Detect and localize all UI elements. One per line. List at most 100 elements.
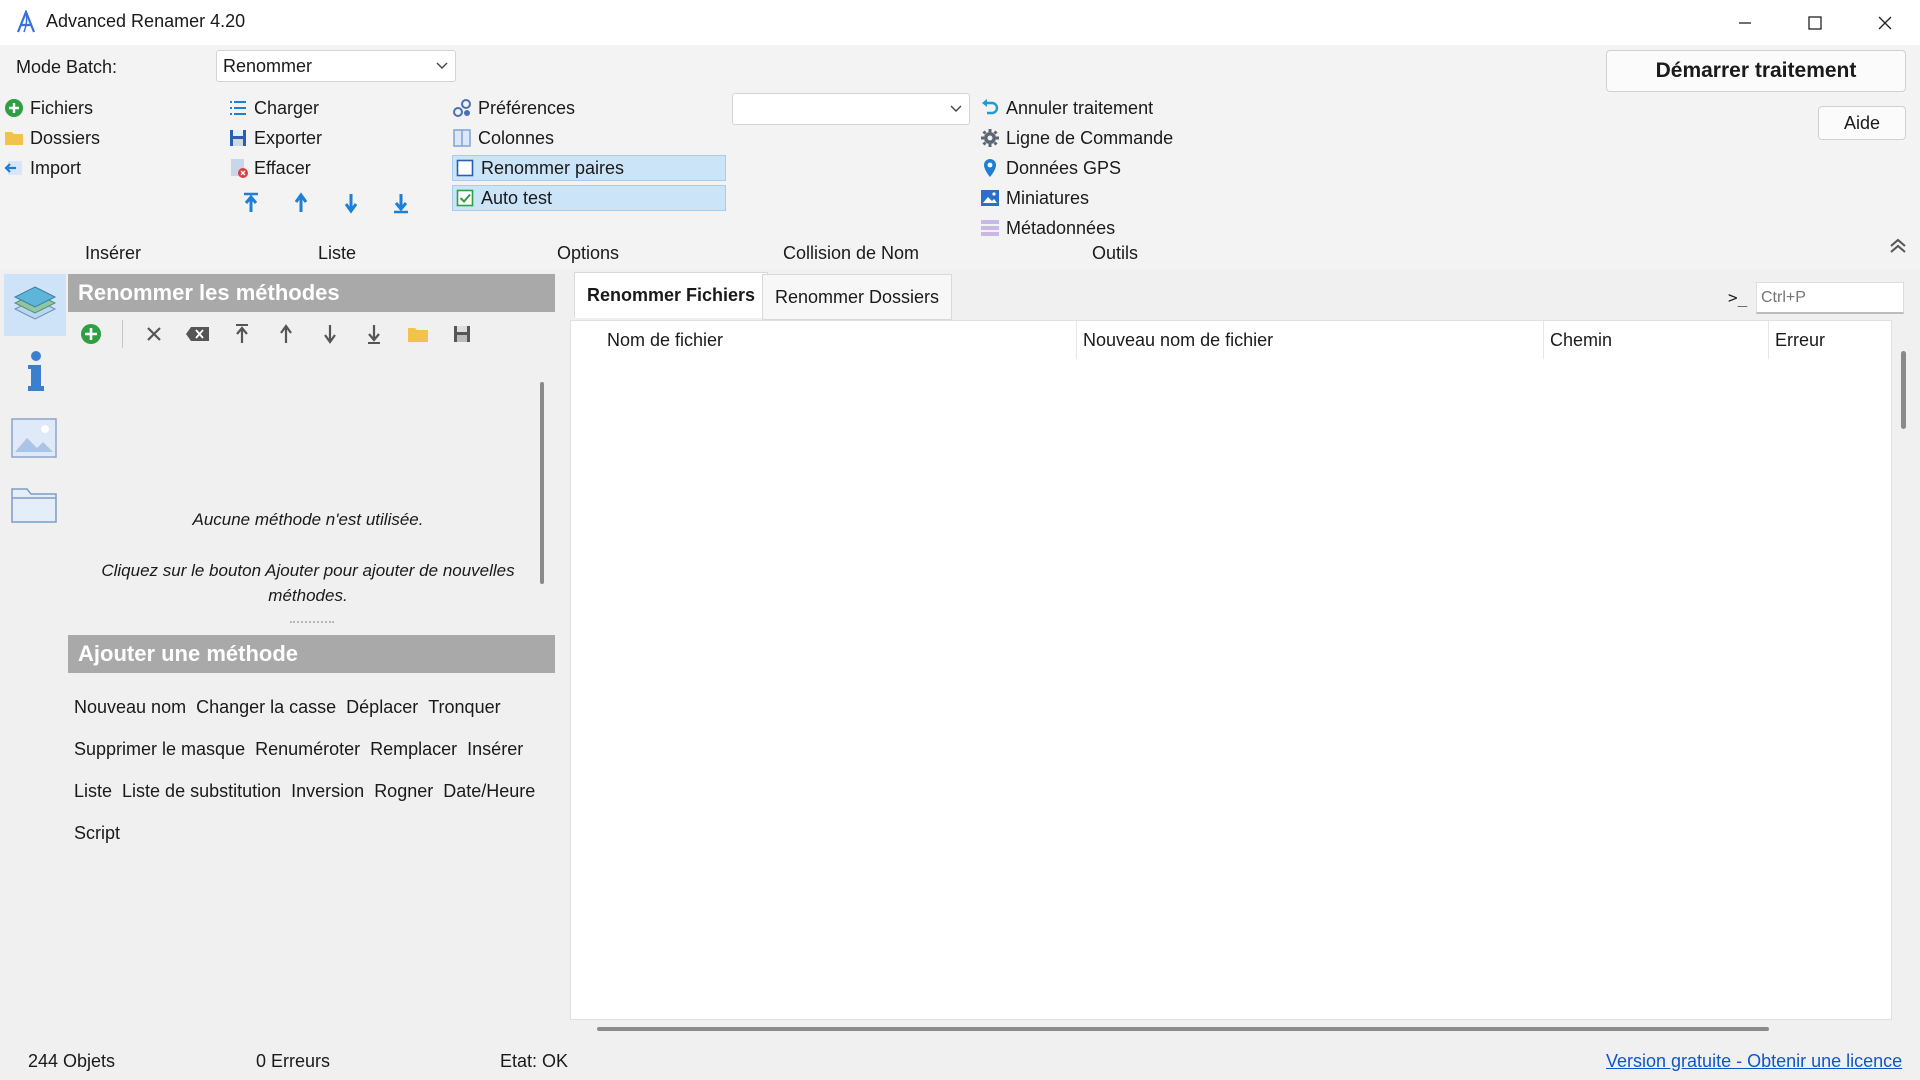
method-move-down-button[interactable] xyxy=(317,321,343,347)
column-header-path[interactable]: Chemin xyxy=(1544,321,1769,359)
export-list-button[interactable]: Exporter xyxy=(228,125,322,151)
save-preset-button[interactable] xyxy=(449,321,475,347)
gps-data-button[interactable]: Données GPS xyxy=(980,155,1173,181)
methods-scrollbar[interactable] xyxy=(540,382,544,584)
move-top-button[interactable] xyxy=(238,190,264,216)
auto-test-toggle[interactable]: Auto test xyxy=(452,185,726,211)
method-new-name[interactable]: Nouveau nom xyxy=(74,697,186,718)
checkbox-checked-icon xyxy=(455,188,475,208)
columns-label: Colonnes xyxy=(478,127,555,148)
methods-panel: Renommer les méthodes Aucune méthode n'e… xyxy=(68,270,558,1032)
metadata-icon xyxy=(980,218,1000,238)
section-label-name-collision: Collision de Nom xyxy=(783,243,920,263)
column-header-error[interactable]: Erreur xyxy=(1769,321,1869,359)
grid-horizontal-scrollbar[interactable] xyxy=(597,1027,1769,1031)
move-bottom-button[interactable] xyxy=(388,190,414,216)
gps-data-label: Données GPS xyxy=(1006,157,1122,178)
add-files-button[interactable]: Fichiers xyxy=(4,95,100,121)
splitter-handle[interactable] xyxy=(290,621,334,625)
metadata-button[interactable]: Métadonnées xyxy=(980,215,1173,241)
grid-vertical-scrollbar[interactable] xyxy=(1901,351,1906,429)
side-rail xyxy=(0,270,68,1032)
column-header-new-filename[interactable]: Nouveau nom de fichier xyxy=(1077,321,1544,359)
preferences-label: Préférences xyxy=(478,97,576,118)
load-list-button[interactable]: Charger xyxy=(228,95,322,121)
status-state: Etat: OK xyxy=(500,1051,569,1071)
method-insert[interactable]: Insérer xyxy=(467,739,523,760)
folder-icon xyxy=(408,328,428,342)
arrow-bottom-icon xyxy=(394,194,408,214)
gear-icon xyxy=(980,128,1000,148)
metadata-label: Métadonnées xyxy=(1006,217,1116,238)
import-button[interactable]: Import xyxy=(4,155,100,181)
methods-panel-title: Renommer les méthodes xyxy=(68,274,555,312)
move-down-button[interactable] xyxy=(338,190,364,216)
clear-list-label: Effacer xyxy=(254,157,311,178)
undo-icon xyxy=(980,98,1000,118)
rail-info-button[interactable] xyxy=(14,346,58,398)
rename-pairs-label: Renommer paires xyxy=(481,157,625,178)
tab-rename-folders[interactable]: Renommer Dossiers xyxy=(762,274,953,320)
method-list[interactable]: Liste xyxy=(74,781,112,802)
list-icon xyxy=(228,98,248,118)
remove-method-button[interactable] xyxy=(141,321,167,347)
close-icon xyxy=(147,327,161,341)
tab-rename-files[interactable]: Renommer Fichiers xyxy=(574,272,769,318)
folder-outline-icon xyxy=(11,488,57,523)
rail-image-button[interactable] xyxy=(10,414,58,462)
tools-menu: Annuler traitement Ligne de Commande Don… xyxy=(980,95,1173,241)
list-menu: Charger Exporter Effacer xyxy=(228,95,322,181)
method-replace[interactable]: Remplacer xyxy=(370,739,457,760)
preferences-button[interactable]: Préférences xyxy=(452,95,726,121)
window-title: Advanced Renamer 4.20 xyxy=(46,11,246,31)
method-change-case[interactable]: Changer la casse xyxy=(196,697,336,718)
clear-list-button[interactable]: Effacer xyxy=(228,155,322,181)
move-up-button[interactable] xyxy=(288,190,314,216)
double-chevron-up-icon xyxy=(1890,238,1906,253)
method-truncate[interactable]: Tronquer xyxy=(428,697,500,718)
method-timestamp[interactable]: Date/Heure xyxy=(443,781,535,802)
method-move-bottom-button[interactable] xyxy=(361,321,387,347)
rail-methods-button[interactable] xyxy=(4,274,66,336)
chevron-down-icon xyxy=(436,62,448,69)
method-move-up-button[interactable] xyxy=(273,321,299,347)
rail-folder-button[interactable] xyxy=(10,480,58,528)
method-row: Supprimer le masque Renuméroter Remplace… xyxy=(74,728,554,770)
license-link[interactable]: Version gratuite - Obtenir une licence xyxy=(1606,1051,1902,1072)
command-input[interactable] xyxy=(1756,282,1904,314)
start-batch-button[interactable]: Démarrer traitement xyxy=(1606,50,1906,92)
method-trim[interactable]: Rogner xyxy=(374,781,433,802)
command-line-label: Ligne de Commande xyxy=(1006,127,1174,148)
minimize-button[interactable] xyxy=(1710,0,1780,45)
rename-pairs-toggle[interactable]: Renommer paires xyxy=(452,155,726,181)
open-preset-button[interactable] xyxy=(405,321,431,347)
method-inversion[interactable]: Inversion xyxy=(291,781,364,802)
add-folders-button[interactable]: Dossiers xyxy=(4,125,100,151)
close-button[interactable] xyxy=(1850,0,1920,45)
method-move[interactable]: Déplacer xyxy=(346,697,418,718)
name-collision-select[interactable] xyxy=(732,93,970,125)
command-line-button[interactable]: Ligne de Commande xyxy=(980,125,1173,151)
thumbnails-label: Miniatures xyxy=(1006,187,1090,208)
method-remove-pattern[interactable]: Supprimer le masque xyxy=(74,739,245,760)
clear-icon xyxy=(228,158,248,178)
batch-mode-select[interactable]: Renommer xyxy=(216,50,456,82)
thumbnails-button[interactable]: Miniatures xyxy=(980,185,1173,211)
method-script[interactable]: Script xyxy=(74,823,120,844)
maximize-button[interactable] xyxy=(1780,0,1850,45)
column-header-filename[interactable]: Nom de fichier xyxy=(601,321,1077,359)
clear-methods-button[interactable] xyxy=(185,321,211,347)
columns-button[interactable]: Colonnes xyxy=(452,125,726,151)
method-renumber[interactable]: Renuméroter xyxy=(255,739,360,760)
collapse-ribbon-button[interactable] xyxy=(1888,236,1908,261)
add-method-button[interactable] xyxy=(78,321,104,347)
help-button[interactable]: Aide xyxy=(1818,106,1906,140)
save-icon xyxy=(228,128,248,148)
method-move-top-button[interactable] xyxy=(229,321,255,347)
folder-icon xyxy=(4,128,24,148)
app-logo-icon xyxy=(14,9,38,34)
undo-batch-button[interactable]: Annuler traitement xyxy=(980,95,1173,121)
info-icon xyxy=(28,351,44,391)
method-substitution-list[interactable]: Liste de substitution xyxy=(122,781,281,802)
section-label-insert: Insérer xyxy=(85,243,142,263)
